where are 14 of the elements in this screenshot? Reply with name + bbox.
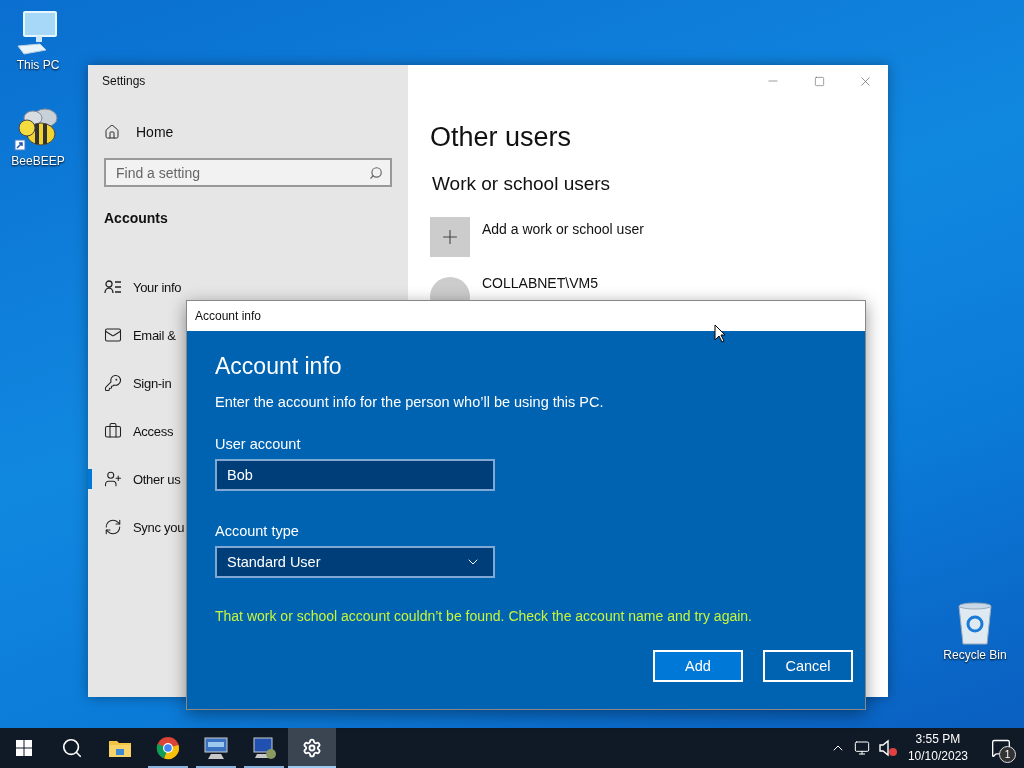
page-heading: Other users <box>430 122 573 153</box>
dialog-title: Account info <box>195 309 262 323</box>
field-label: Account type <box>215 523 299 539</box>
desktop-icon-label: BeeBEEP <box>11 154 65 168</box>
error-message: That work or school account couldn’t be found. Check the account name and try again. <box>215 608 752 624</box>
dialog-description: Enter the account info for the person who’ll be using this PC. <box>215 394 604 410</box>
field-label: User account <box>215 436 301 452</box>
user-name: COLLABNET\VM5 <box>482 275 598 291</box>
dialog-heading: Account info <box>215 353 342 380</box>
section-heading: Accounts <box>104 210 168 226</box>
desktop-icon-label: Recycle Bin <box>943 648 1007 662</box>
window-title: Settings <box>102 74 146 88</box>
section-heading: Work or school users <box>432 173 612 195</box>
desktop-icon-label: This PC <box>16 58 60 72</box>
